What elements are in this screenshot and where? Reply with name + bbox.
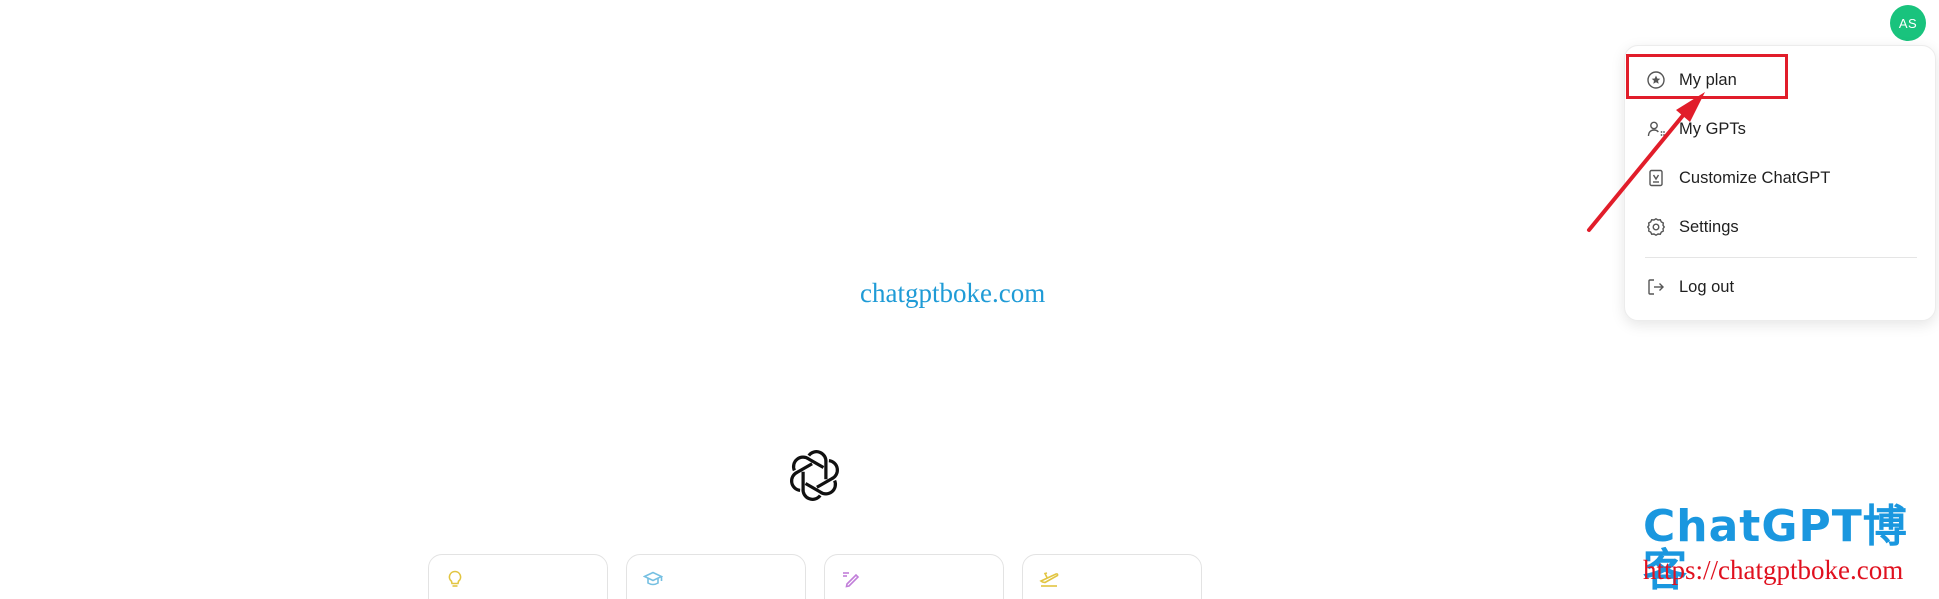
openai-logo-icon — [790, 450, 839, 501]
suggestion-card[interactable] — [428, 554, 608, 599]
watermark-url: https://chatgptboke.com — [1643, 555, 1904, 585]
watermark-center-text: chatgptboke.com — [860, 278, 1046, 308]
suggestion-card[interactable] — [824, 554, 1004, 599]
airplane-icon — [1039, 572, 1059, 587]
graduation-cap-icon — [643, 571, 663, 586]
suggestion-card[interactable] — [1022, 554, 1202, 599]
pen-icon — [843, 572, 860, 588]
suggestion-card[interactable] — [626, 554, 806, 599]
chat-home-page: AS My plan My GPTs Customize ChatGPT Set… — [0, 0, 1939, 599]
lightbulb-icon — [448, 570, 462, 587]
